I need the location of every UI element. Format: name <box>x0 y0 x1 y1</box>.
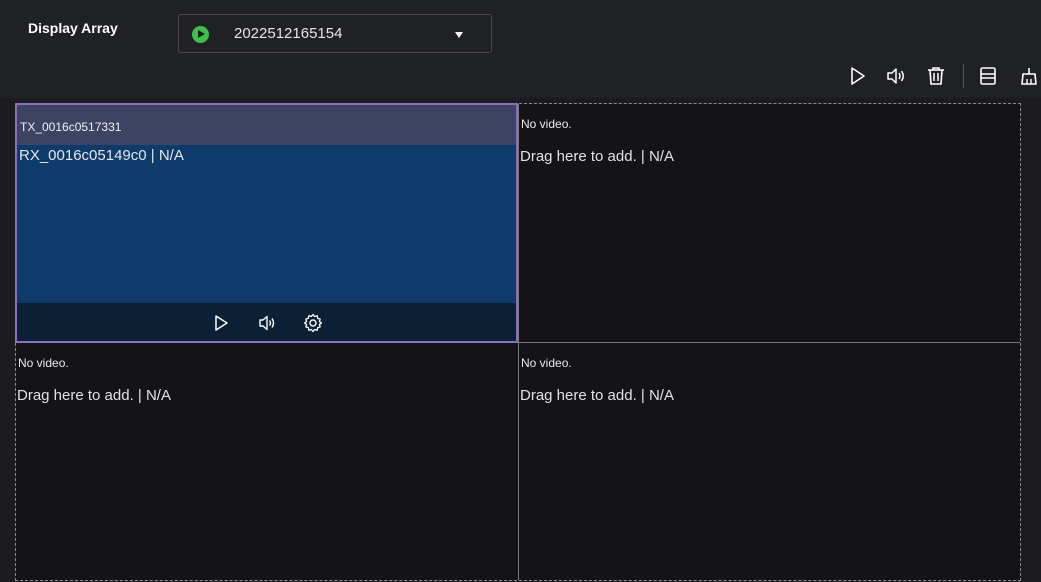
video-cell-top-right[interactable]: No video. Drag here to add. | N/A <box>519 104 1020 342</box>
top-bar: Display Array 2022512165154 <box>0 0 1041 98</box>
cell-hint: Drag here to add. | N/A <box>520 387 674 404</box>
clean-icon[interactable] <box>1018 65 1040 87</box>
play-status-icon <box>192 26 209 43</box>
play-icon[interactable] <box>846 65 868 87</box>
toolbar-divider <box>963 64 964 88</box>
tx-label: TX_0016c0517331 <box>20 120 122 134</box>
settings-icon[interactable] <box>303 313 323 333</box>
trash-icon[interactable] <box>925 65 947 87</box>
cell-header: TX_0016c0517331 <box>17 105 516 145</box>
display-array-select[interactable]: 2022512165154 <box>178 14 492 53</box>
cell-hint: Drag here to add. | N/A <box>520 148 674 165</box>
selected-array-value: 2022512165154 <box>234 25 343 42</box>
layout-icon[interactable] <box>977 65 999 87</box>
volume-icon[interactable] <box>885 65 907 87</box>
volume-icon[interactable] <box>257 313 277 333</box>
cell-controls <box>17 303 516 341</box>
page-title: Display Array <box>28 20 118 36</box>
chevron-down-icon <box>455 32 463 38</box>
cell-hint: Drag here to add. | N/A <box>17 387 171 404</box>
play-icon[interactable] <box>211 313 231 333</box>
video-cell-active[interactable]: TX_0016c0517331 RX_0016c05149c0 | N/A <box>15 103 518 343</box>
grid-divider-horizontal <box>517 342 1020 343</box>
rx-label: RX_0016c05149c0 | N/A <box>19 147 184 164</box>
cell-title: No video. <box>521 356 572 370</box>
cell-title: No video. <box>18 356 69 370</box>
video-cell-bottom-right[interactable]: No video. Drag here to add. | N/A <box>519 343 1020 580</box>
video-cell-bottom-left[interactable]: No video. Drag here to add. | N/A <box>16 343 518 580</box>
cell-title: No video. <box>521 117 572 131</box>
